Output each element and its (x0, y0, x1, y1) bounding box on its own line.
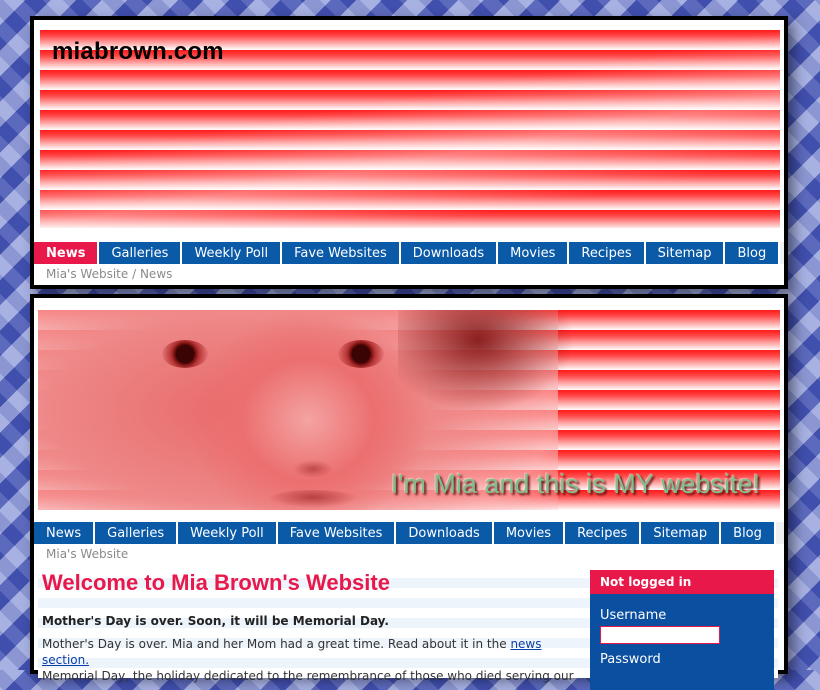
site-logo[interactable]: miabrown.com (52, 38, 224, 66)
hero-photo-left-eye (162, 340, 208, 368)
hero-photo-right-eye (338, 340, 384, 368)
login-panel: Not logged in Username Password (590, 570, 774, 690)
header-frame: miabrown.com News Galleries Weekly Poll … (30, 16, 788, 289)
main-nav: News Galleries Weekly Poll Fave Websites… (34, 522, 784, 544)
nav-sitemap[interactable]: Sitemap (641, 522, 722, 544)
paragraph-text-line2: Memorial Day, the holiday dedicated to t… (42, 669, 574, 683)
nav-fave-websites[interactable]: Fave Websites (277, 522, 397, 544)
nav-weekly-poll[interactable]: Weekly Poll (182, 242, 283, 264)
hero-photo-mouth (268, 490, 358, 508)
breadcrumb-separator: / (132, 267, 137, 281)
nav-downloads[interactable]: Downloads (396, 522, 494, 544)
breadcrumb-home-link[interactable]: Mia's Website (46, 267, 128, 281)
username-field[interactable] (600, 626, 720, 644)
hero-tagline: I'm Mia and this is MY website! (390, 469, 760, 499)
page-inner: I'm Mia and this is MY website! News Gal… (34, 298, 784, 690)
hero-photo-hair (398, 310, 598, 440)
nav-fave-websites[interactable]: Fave Websites (282, 242, 401, 264)
intro-paragraph: Mother's Day is over. Mia and her Mom ha… (42, 636, 582, 684)
nav-movies[interactable]: Movies (498, 242, 570, 264)
breadcrumb-current: News (139, 267, 173, 281)
nav-news[interactable]: News (34, 242, 100, 264)
nav-galleries[interactable]: Galleries (95, 522, 179, 544)
nav-sitemap[interactable]: Sitemap (645, 242, 726, 264)
password-label: Password (600, 652, 661, 667)
page-frame: I'm Mia and this is MY website! News Gal… (30, 294, 788, 690)
hero-photo-nose (293, 460, 333, 478)
breadcrumb: Mia's Website (46, 547, 128, 561)
page-title: Welcome to Mia Brown's Website (42, 570, 390, 595)
nav-recipes[interactable]: Recipes (569, 242, 646, 264)
login-status: Not logged in (590, 570, 774, 594)
header-inner: miabrown.com News Galleries Weekly Poll … (34, 20, 784, 285)
nav-downloads[interactable]: Downloads (400, 242, 499, 264)
nav-blog[interactable]: Blog (725, 242, 781, 264)
intro-headline: Mother's Day is over. Soon, it will be M… (42, 614, 389, 628)
paragraph-text: Mother's Day is over. Mia and her Mom ha… (42, 637, 511, 651)
nav-news[interactable]: News (34, 522, 96, 544)
nav-recipes[interactable]: Recipes (565, 522, 642, 544)
nav-movies[interactable]: Movies (493, 522, 566, 544)
nav-galleries[interactable]: Galleries (99, 242, 183, 264)
hero-banner: I'm Mia and this is MY website! (38, 310, 780, 510)
header-nav: News Galleries Weekly Poll Fave Websites… (34, 242, 784, 264)
username-label: Username (600, 608, 667, 623)
nav-weekly-poll[interactable]: Weekly Poll (178, 522, 278, 544)
breadcrumb: Mia's Website / News (46, 267, 172, 281)
nav-blog[interactable]: Blog (721, 522, 776, 544)
breadcrumb-home-link[interactable]: Mia's Website (46, 547, 128, 561)
